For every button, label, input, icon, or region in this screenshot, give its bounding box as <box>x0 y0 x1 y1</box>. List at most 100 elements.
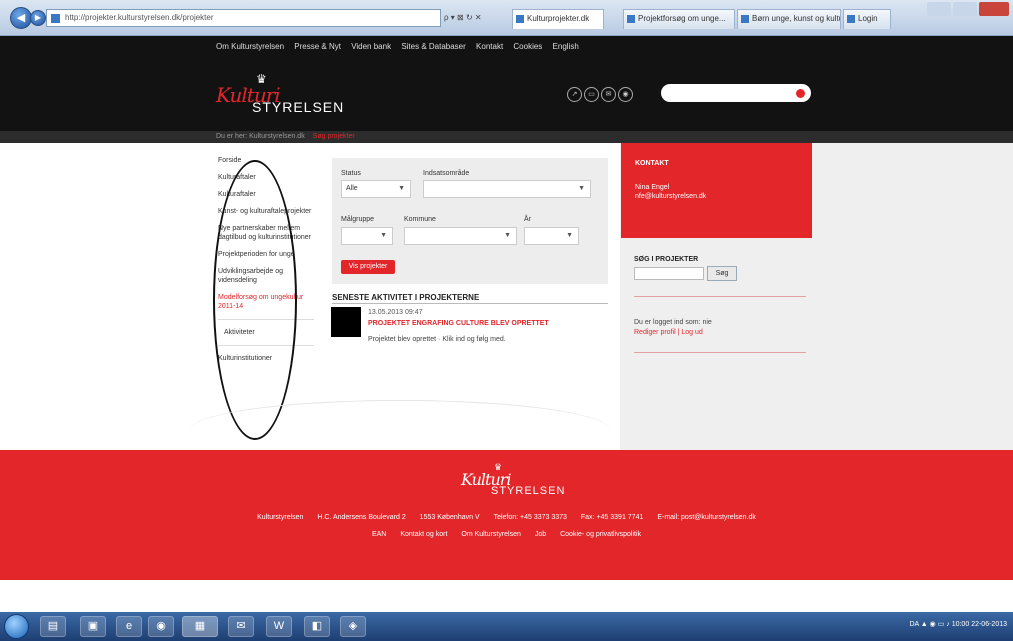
maximize-button[interactable] <box>953 2 977 16</box>
tray-icons[interactable]: ▲ ◉ ▭ ♪ <box>921 621 952 628</box>
footer-link-job[interactable]: Job <box>535 531 546 538</box>
address-bar-url: http://projekter.kulturstyrelsen.dk/proj… <box>65 13 214 22</box>
tab-label: Børn unge, kunst og kultur <box>752 14 841 23</box>
contact-title: KONTAKT <box>635 160 669 167</box>
forward-icon[interactable]: ▶ <box>30 10 46 26</box>
chevron-down-icon: ▼ <box>398 185 405 192</box>
topnav-kontakt[interactable]: Kontakt <box>476 42 503 51</box>
status-label: Status <box>341 170 361 177</box>
topnav-om[interactable]: Om Kulturstyrelsen <box>216 42 284 51</box>
profile-logout-links[interactable]: Rediger profil | Log ud <box>634 329 703 336</box>
tab-login[interactable]: Login <box>843 9 891 29</box>
activity-title: SENESTE AKTIVITET I PROJEKTERNE <box>332 293 480 302</box>
clock-date[interactable]: 22-06-2013 <box>971 621 1007 628</box>
footer-links: EAN Kontakt og kort Om Kulturstyrelsen J… <box>0 531 1013 538</box>
tab-label: Kulturprojekter.dk <box>527 14 590 23</box>
status-select[interactable]: Alle ▼ <box>341 180 411 198</box>
site-search-input[interactable] <box>661 84 811 102</box>
status-select-value: Alle <box>346 185 358 192</box>
topnav-english[interactable]: English <box>553 42 579 51</box>
internet-explorer-icon[interactable]: e <box>116 616 142 637</box>
windows-taskbar: ▤ ▣ e ◉ ▦ ✉ W ◧ ◈ DA ▲ ◉ ▭ ♪ 10:00 22-06… <box>0 612 1013 641</box>
address-bar[interactable]: http://projekter.kulturstyrelsen.dk/proj… <box>46 9 441 27</box>
browser-chrome: ◀ ▶ http://projekter.kulturstyrelsen.dk/… <box>0 0 1013 36</box>
project-search-button[interactable]: Søg <box>707 266 737 281</box>
year-select[interactable]: ▼ <box>524 227 579 245</box>
browser-window-icon[interactable]: ▦ <box>182 616 218 637</box>
contact-name: Nina Engel <box>635 184 670 191</box>
top-navigation: Om Kulturstyrelsen Presse & Nyt Viden ba… <box>216 42 587 51</box>
word-icon[interactable]: W <box>266 616 292 637</box>
chrome-icon[interactable]: ◉ <box>148 616 174 637</box>
paint-icon[interactable]: ◈ <box>340 616 366 637</box>
contact-box: KONTAKT Nina Engel nfe@kulturstyrelsen.d… <box>621 143 812 238</box>
activity-thumbnail[interactable] <box>331 307 361 337</box>
footer-link-about[interactable]: Om Kulturstyrelsen <box>461 531 521 538</box>
topnav-sites[interactable]: Sites & Databaser <box>401 42 465 51</box>
language-indicator[interactable]: DA <box>909 621 918 628</box>
footer-fax: Fax: +45 3391 7741 <box>580 514 644 521</box>
target-group-label: Målgruppe <box>341 216 375 223</box>
outlook-icon[interactable]: ✉ <box>228 616 254 637</box>
site-favicon-icon <box>51 14 60 23</box>
right-divider <box>634 352 806 353</box>
listen-icon[interactable]: ◉ <box>618 87 633 102</box>
activity-headline[interactable]: PROJEKTET ENGRAFING CULTURE BLEV OPRETTE… <box>368 320 549 327</box>
topnav-cookies[interactable]: Cookies <box>513 42 542 51</box>
chevron-down-icon: ▼ <box>504 232 511 239</box>
footer-link-ean[interactable]: EAN <box>372 531 386 538</box>
footer-org: Kulturstyrelsen <box>257 514 304 521</box>
breadcrumb-current: Søg projekter <box>312 133 355 140</box>
area-select[interactable]: ▼ <box>423 180 591 198</box>
share-icon[interactable]: ↗ <box>567 87 582 102</box>
tab-label: Projektforsøg om unge... <box>638 14 726 23</box>
print-icon[interactable]: ▭ <box>584 87 599 102</box>
tab-favicon-icon <box>516 15 524 23</box>
footer-link-cookies[interactable]: Cookie- og privatlivspolitik <box>560 531 641 538</box>
show-projects-button[interactable]: Vis projekter <box>341 260 395 274</box>
clock-time[interactable]: 10:00 <box>952 621 970 628</box>
search-icon[interactable] <box>796 89 805 98</box>
chevron-down-icon: ▼ <box>380 232 387 239</box>
site-header: Om Kulturstyrelsen Presse & Nyt Viden ba… <box>0 36 1013 131</box>
tab-favicon-icon <box>627 15 635 23</box>
media-icon[interactable]: ▣ <box>80 616 106 637</box>
breadcrumb-home[interactable]: Du er her: Kulturstyrelsen.dk <box>216 133 305 140</box>
chevron-down-icon: ▼ <box>566 232 573 239</box>
right-divider <box>634 296 806 297</box>
footer-link-map[interactable]: Kontakt og kort <box>400 531 447 538</box>
footer-logo-wordmark: STYRELSEN <box>491 485 566 497</box>
sidebar-item-forside[interactable]: Forside <box>218 156 314 165</box>
activity-text: Projektet blev oprettet · Klik ind og fø… <box>368 336 506 343</box>
breadcrumb: Du er her: Kulturstyrelsen.dk Søg projek… <box>0 131 1013 143</box>
footer-street: H.C. Andersens Boulevard 2 <box>317 514 406 521</box>
contact-email[interactable]: nfe@kulturstyrelsen.dk <box>635 193 706 200</box>
system-tray: DA ▲ ◉ ▭ ♪ 10:00 22-06-2013 <box>909 620 1007 628</box>
chevron-down-icon: ▼ <box>578 185 585 192</box>
minimize-button[interactable] <box>927 2 951 16</box>
year-label: År <box>524 216 531 223</box>
site-footer: ♛ Kulturi STYRELSEN Kulturstyrelsen H.C.… <box>0 450 1013 580</box>
topnav-viden[interactable]: Viden bank <box>351 42 391 51</box>
tab-boern-unge[interactable]: Børn unge, kunst og kultur <box>737 9 841 29</box>
tab-kulturprojekter[interactable]: Kulturprojekter.dk <box>512 9 604 29</box>
address-controls[interactable]: ρ ▾ ⊠ ↻ ✕ <box>444 9 510 27</box>
login-status-text: Du er logget ind som: nie <box>634 319 712 326</box>
target-group-select[interactable]: ▼ <box>341 227 393 245</box>
mail-icon[interactable]: ✉ <box>601 87 616 102</box>
activity-date: 13.05.2013 09:47 <box>368 309 423 316</box>
explorer-icon[interactable]: ▤ <box>40 616 66 637</box>
tab-projektforsoeg[interactable]: Projektforsøg om unge... <box>623 9 735 29</box>
back-icon[interactable]: ◀ <box>10 7 32 29</box>
municipality-select[interactable]: ▼ <box>404 227 517 245</box>
footer-email[interactable]: E-mail: post@kulturstyrelsen.dk <box>657 514 756 521</box>
hand-drawn-oval-annotation <box>213 160 297 440</box>
tab-favicon-icon <box>741 15 749 23</box>
start-button[interactable] <box>4 614 29 639</box>
app-icon[interactable]: ◧ <box>304 616 330 637</box>
footer-city: 1553 København V <box>419 514 480 521</box>
topnav-presse[interactable]: Presse & Nyt <box>294 42 341 51</box>
close-window-button[interactable] <box>979 2 1009 16</box>
project-search-input[interactable] <box>634 267 704 280</box>
logo-wordmark[interactable]: STYRELSEN <box>252 99 344 115</box>
